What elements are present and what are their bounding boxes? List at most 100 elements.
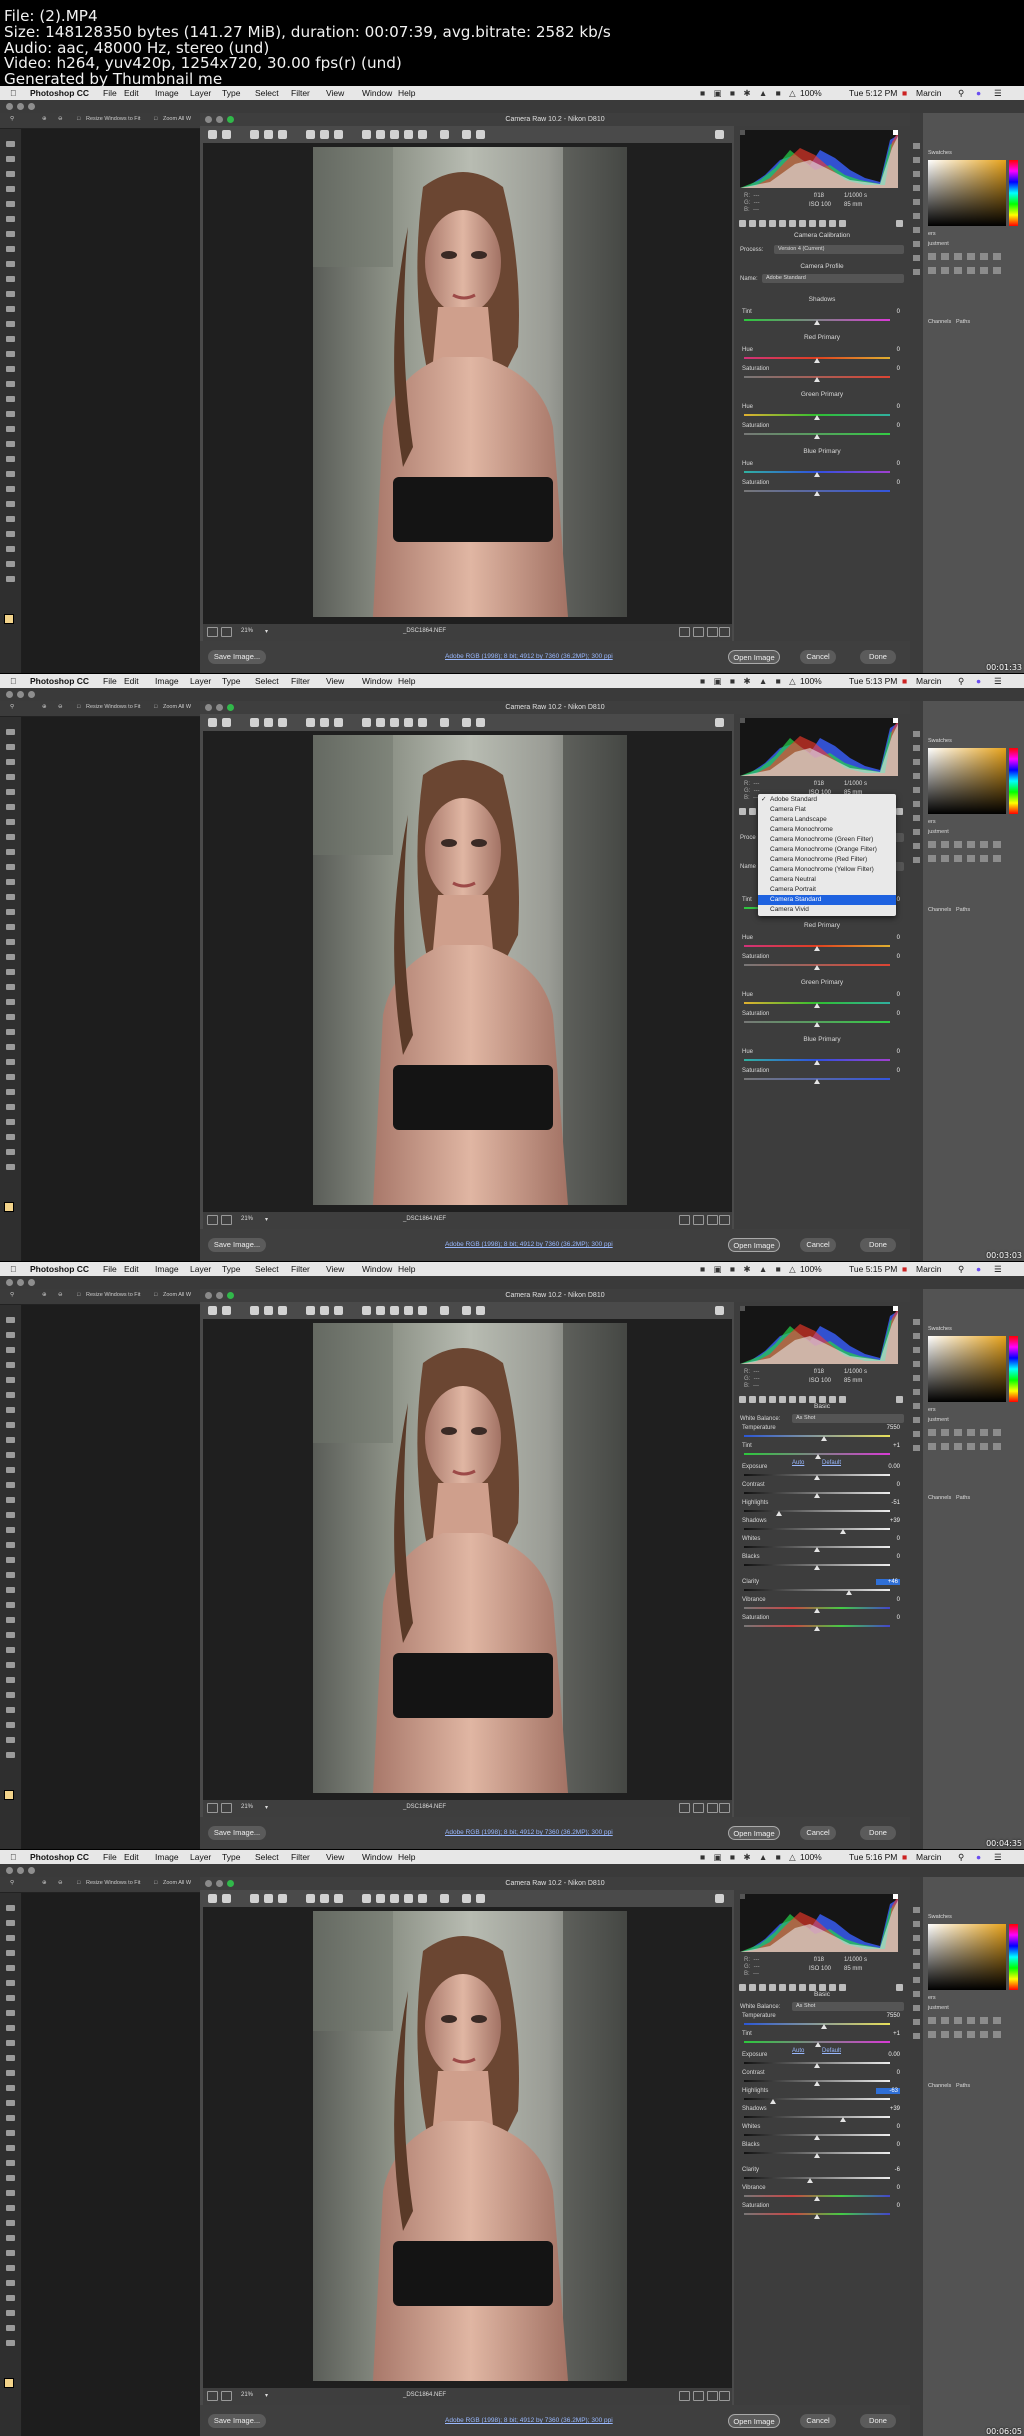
before-after-button[interactable]: [679, 1215, 690, 1225]
adjustment-brush-icon[interactable]: [390, 1894, 399, 1903]
hue-slider[interactable]: [1009, 748, 1018, 814]
menu-item-photoshop-cc[interactable]: Photoshop CC: [30, 86, 89, 100]
tool-icon[interactable]: [6, 1980, 15, 1986]
exposure-value[interactable]: 0.00: [876, 2052, 900, 2058]
tool-icon[interactable]: [6, 1512, 15, 1518]
rotate-ccw-icon[interactable]: [462, 130, 471, 139]
zoom-in-icon[interactable]: ⊕: [42, 1880, 47, 1886]
process-select[interactable]: Version 4 (Current): [774, 245, 904, 254]
radial-filter-icon[interactable]: [418, 1894, 427, 1903]
paths-tab[interactable]: Paths: [956, 1495, 970, 1501]
menu-item-file[interactable]: File: [103, 1850, 117, 1864]
tool-icon[interactable]: [6, 1377, 15, 1383]
saturation-slider[interactable]: [814, 1079, 820, 1084]
tool-icon[interactable]: [6, 1677, 15, 1683]
cancel-button[interactable]: Cancel: [800, 2414, 836, 2428]
contrast-value[interactable]: 0: [876, 2070, 900, 2076]
saturation-value[interactable]: 0: [876, 423, 900, 429]
close-button[interactable]: [205, 1880, 212, 1887]
menu-item-image[interactable]: Image: [155, 1262, 179, 1276]
tool-icon[interactable]: [6, 1392, 15, 1398]
auto-link[interactable]: Auto: [792, 2048, 804, 2054]
crop-icon[interactable]: [306, 130, 315, 139]
panel-icon[interactable]: [913, 1431, 920, 1437]
tool-icon[interactable]: [6, 396, 15, 402]
color-picker-field[interactable]: [928, 160, 1006, 226]
tool-icon[interactable]: [6, 411, 15, 417]
adjustment-icon[interactable]: [941, 2017, 949, 2024]
swap-button[interactable]: [693, 2391, 704, 2401]
swap-button[interactable]: [693, 627, 704, 637]
rotate-cw-icon[interactable]: [476, 1306, 485, 1315]
tool-icon[interactable]: [6, 486, 15, 492]
preferences-icon[interactable]: [440, 1306, 449, 1315]
profile-option-label[interactable]: Camera Vivid: [770, 906, 809, 913]
presets-tab-icon[interactable]: [829, 1984, 836, 1991]
tool-icon[interactable]: [6, 1587, 15, 1593]
zoom-button[interactable]: [227, 1880, 234, 1887]
panel-icon[interactable]: [913, 1921, 920, 1927]
adjustment-icon[interactable]: [941, 267, 949, 274]
tool-icon[interactable]: [6, 1059, 15, 1065]
hue-slider[interactable]: [814, 358, 820, 363]
panel-icon[interactable]: [913, 787, 920, 793]
presets-tab-icon[interactable]: [829, 1396, 836, 1403]
tool-icon[interactable]: [6, 2250, 15, 2256]
menu-item-layer[interactable]: Layer: [190, 1850, 211, 1864]
tool-icon[interactable]: [6, 1134, 15, 1140]
whites-slider[interactable]: [814, 2135, 820, 2140]
paths-tab[interactable]: Paths: [956, 907, 970, 913]
notification-icon[interactable]: ☰: [994, 1262, 1002, 1276]
adjustments-tab[interactable]: justment: [928, 829, 949, 835]
panel-icon[interactable]: [913, 227, 920, 233]
tool-icon[interactable]: [6, 531, 15, 537]
white-balance-icon[interactable]: [250, 1306, 259, 1315]
adjustment-icon[interactable]: [980, 267, 988, 274]
temperature-value[interactable]: 7550: [876, 1425, 900, 1431]
adjustment-icon[interactable]: [928, 267, 936, 274]
menu-item-image[interactable]: Image: [155, 86, 179, 100]
tool-icon[interactable]: [6, 456, 15, 462]
lens-tab-icon[interactable]: [789, 1396, 796, 1403]
adjustment-icon[interactable]: [993, 2017, 1001, 2024]
saturation-slider[interactable]: [814, 491, 820, 496]
targeted-adjust-icon[interactable]: [278, 1306, 287, 1315]
menu-item-select[interactable]: Select: [255, 674, 279, 688]
zoom-out-icon[interactable]: ⊖: [58, 116, 63, 122]
close-button[interactable]: [205, 704, 212, 711]
adjustment-icon[interactable]: [980, 1443, 988, 1450]
cancel-button[interactable]: Cancel: [800, 650, 836, 664]
adjustment-icon[interactable]: [980, 253, 988, 260]
saturation-slider[interactable]: [814, 434, 820, 439]
minimize-button[interactable]: [216, 116, 223, 123]
panel-icon[interactable]: [913, 857, 920, 863]
tool-icon[interactable]: [6, 1437, 15, 1443]
channels-tab[interactable]: Channels: [928, 907, 951, 913]
contrast-slider[interactable]: [814, 2081, 820, 2086]
siri-icon[interactable]: ●: [976, 1262, 981, 1276]
hand-tool-icon[interactable]: [222, 1306, 231, 1315]
clarity-slider[interactable]: [806, 2178, 813, 2183]
profile-name-select[interactable]: Adobe Standard: [762, 274, 904, 283]
tool-icon[interactable]: [6, 186, 15, 192]
menu-item-image[interactable]: Image: [155, 1850, 179, 1864]
adjustment-icon[interactable]: [993, 253, 1001, 260]
close-button[interactable]: [205, 116, 212, 123]
resize-windows-label[interactable]: Resize Windows to Fit: [86, 1880, 140, 1886]
tint-value[interactable]: 0: [876, 309, 900, 315]
profile-option-label[interactable]: Camera Flat: [770, 806, 806, 813]
transform-tab-icon[interactable]: [799, 220, 806, 227]
adjustment-icon[interactable]: [954, 1429, 962, 1436]
adjustments-tab[interactable]: justment: [928, 241, 949, 247]
tool-icon[interactable]: [6, 1632, 15, 1638]
profile-option[interactable]: Camera Neutral: [758, 875, 896, 885]
tool-icon[interactable]: [6, 1542, 15, 1548]
minimize-button[interactable]: [216, 1292, 223, 1299]
saturation-slider[interactable]: [814, 965, 820, 970]
tool-icon[interactable]: [6, 1317, 15, 1323]
tool-icon[interactable]: [6, 381, 15, 387]
tool-icon[interactable]: [6, 2295, 15, 2301]
tint-slider[interactable]: [815, 1454, 822, 1459]
channels-tab[interactable]: Channels: [928, 2083, 951, 2089]
graduated-filter-icon[interactable]: [404, 1894, 413, 1903]
